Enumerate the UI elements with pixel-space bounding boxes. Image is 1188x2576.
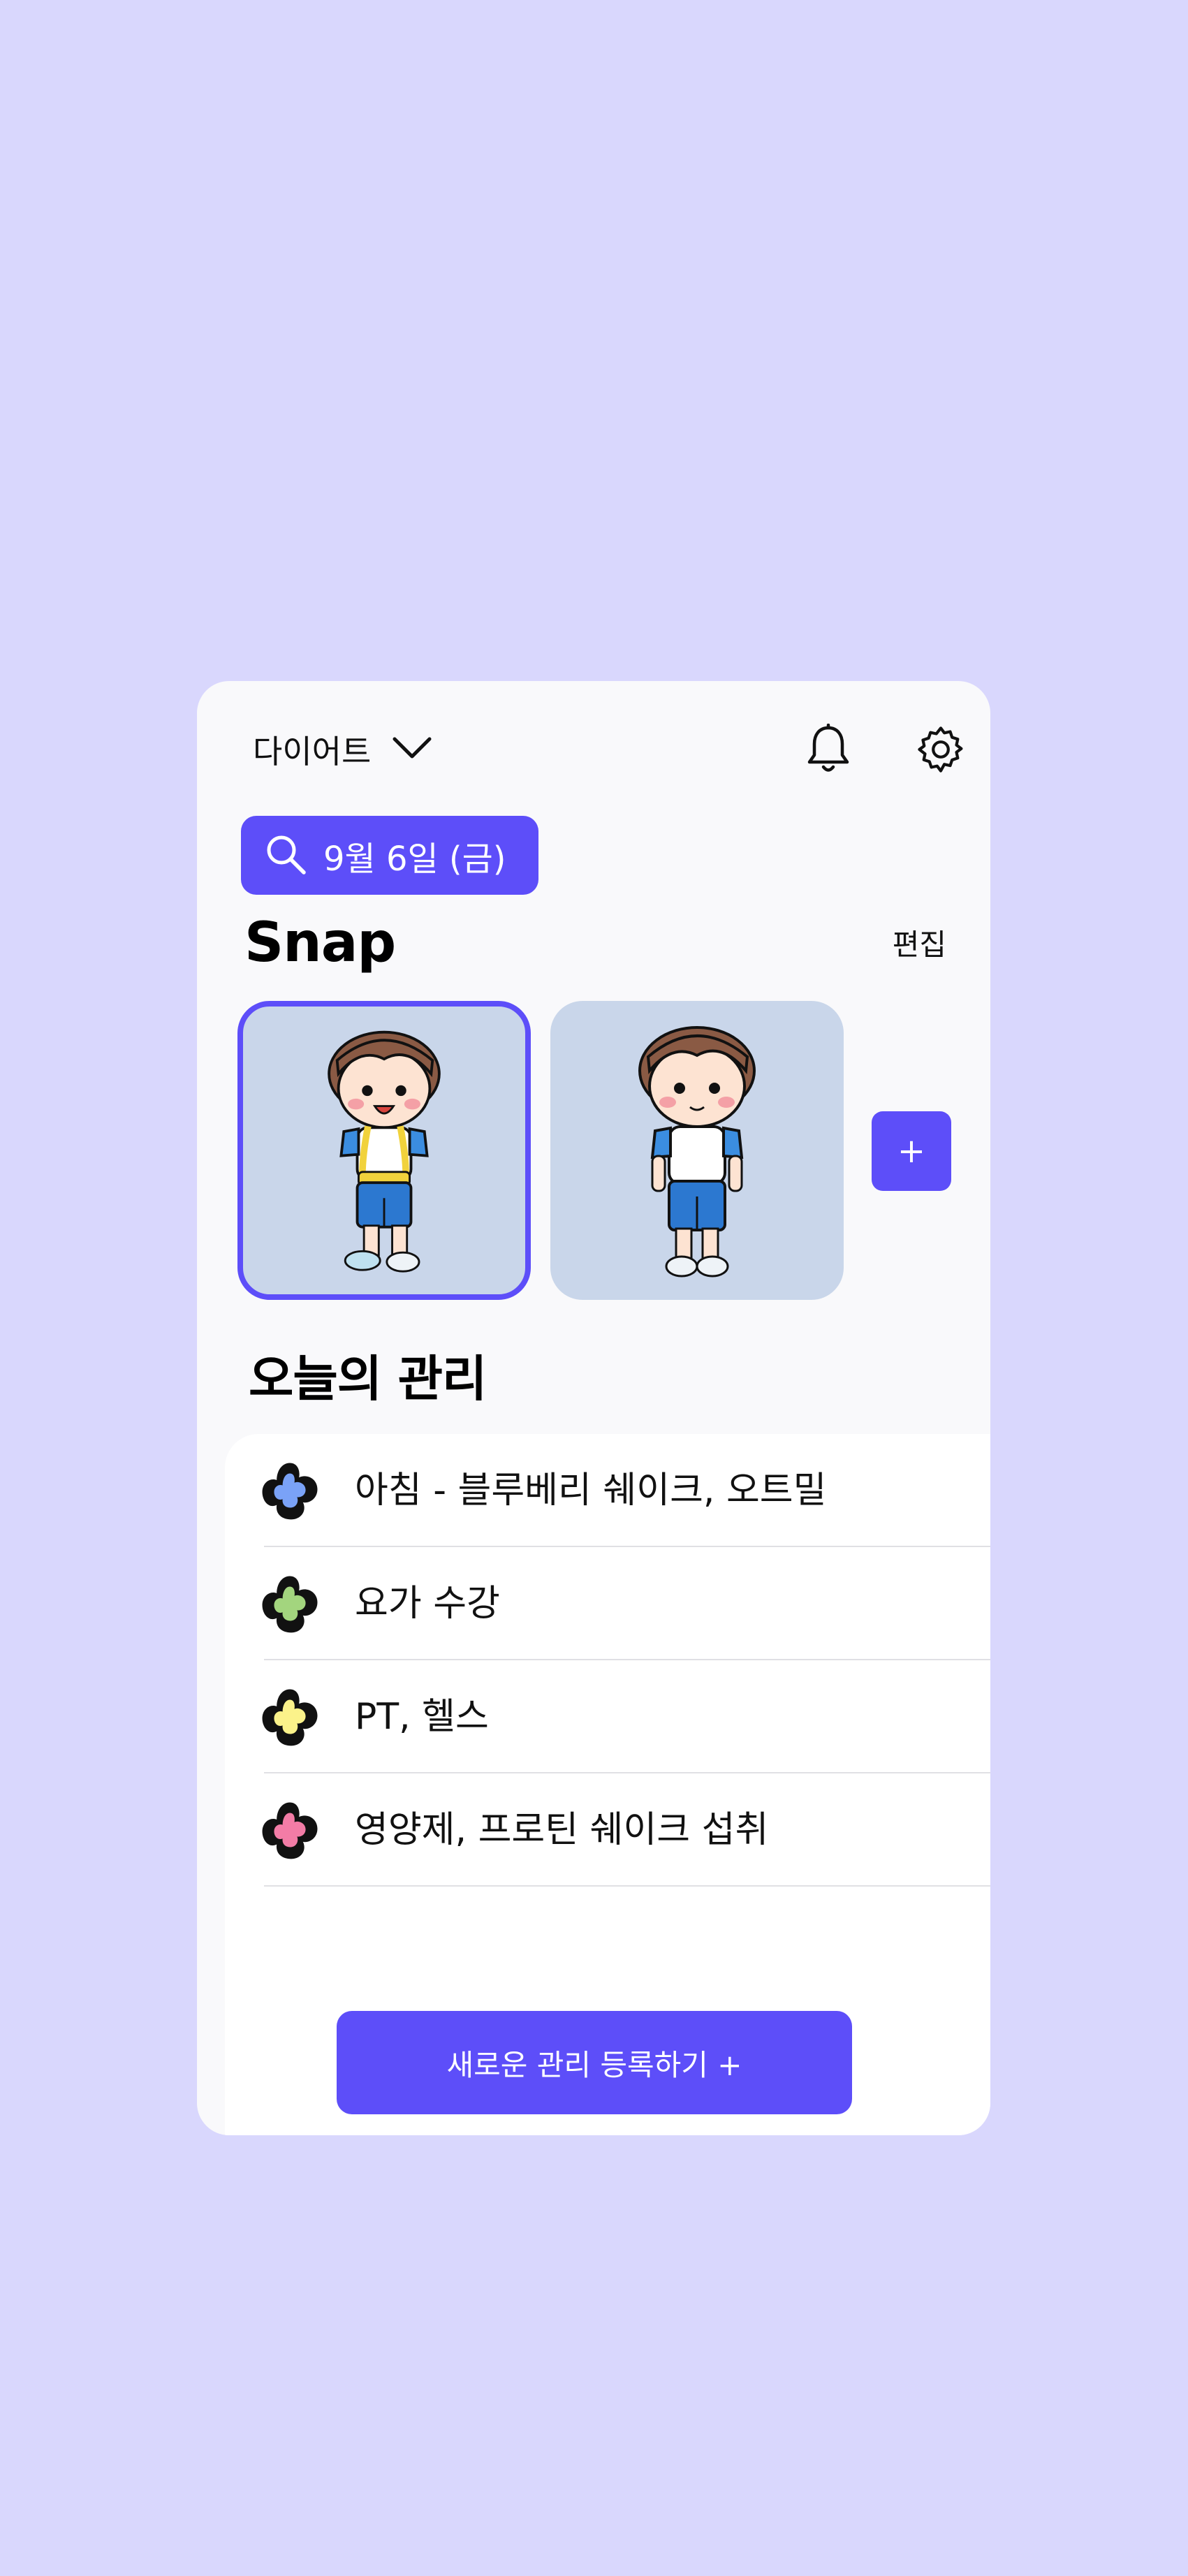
category-label: 다이어트 bbox=[253, 733, 372, 770]
date-search-button[interactable]: 9월 6일 (금) bbox=[241, 816, 538, 895]
search-icon bbox=[263, 832, 308, 879]
category-selector[interactable]: 다이어트 bbox=[253, 715, 432, 784]
list-item-label: 영양제, 프로틴 쉐이크 섭취 bbox=[355, 1809, 769, 1851]
blob-icon bbox=[262, 1463, 318, 1520]
list-item[interactable]: 아침 - 블루베리 쉐이크, 오트밀 bbox=[225, 1434, 990, 1547]
snap-photo-selected[interactable] bbox=[237, 1001, 531, 1300]
list-item-label: PT, 헬스 bbox=[355, 1696, 489, 1738]
snap-title: Snap bbox=[244, 912, 396, 974]
list-item-label: 아침 - 블루베리 쉐이크, 오트밀 bbox=[355, 1470, 827, 1512]
blob-icon bbox=[262, 1802, 318, 1859]
snap-photo[interactable] bbox=[550, 1001, 844, 1300]
bell-icon[interactable] bbox=[793, 715, 863, 784]
chevron-down-icon bbox=[392, 736, 432, 763]
list-item-label: 요가 수강 bbox=[355, 1583, 500, 1625]
list-item[interactable]: 영양제, 프로틴 쉐이크 섭취 bbox=[225, 1773, 990, 1887]
app-card: 다이어트 9월 6일 (금) Snap 편집 + 오늘의 관리 아침 - 블루베… bbox=[197, 681, 990, 2135]
add-snap-button[interactable]: + bbox=[872, 1111, 951, 1191]
section-title: 오늘의 관리 bbox=[249, 1350, 487, 1407]
register-button[interactable]: 새로운 관리 등록하기 + bbox=[337, 2011, 852, 2114]
edit-button[interactable]: 편집 bbox=[893, 921, 946, 964]
blob-icon bbox=[262, 1576, 318, 1633]
divider bbox=[264, 1885, 990, 1887]
list-item[interactable]: PT, 헬스 bbox=[225, 1660, 990, 1773]
blob-icon bbox=[262, 1689, 318, 1746]
character-standing-image bbox=[638, 1026, 756, 1278]
date-label: 9월 6일 (금) bbox=[323, 839, 506, 879]
character-waving-image bbox=[328, 1030, 441, 1273]
gear-icon[interactable] bbox=[906, 715, 976, 784]
list-item[interactable]: 요가 수강 bbox=[225, 1547, 990, 1660]
